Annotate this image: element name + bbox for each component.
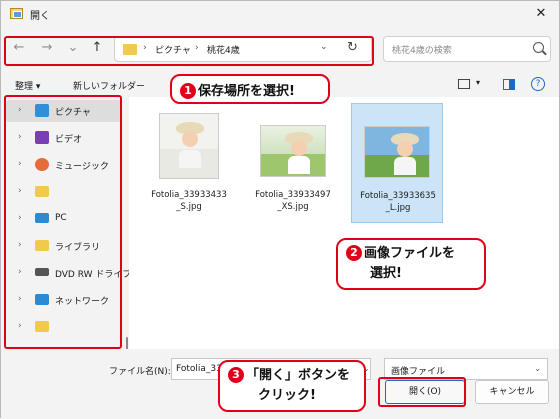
file-name: Fotolia_33933497 _XS.jpg <box>255 190 331 212</box>
search-input[interactable]: 桃花4歳の検索 <box>383 36 551 62</box>
window-title: 開く <box>30 11 50 22</box>
help-icon[interactable]: ? <box>531 77 545 91</box>
annotation-frame-address <box>4 36 374 66</box>
search-placeholder: 桃花4歳の検索 <box>392 46 452 56</box>
close-button[interactable]: ✕ <box>525 3 557 25</box>
cancel-button[interactable]: キャンセル <box>475 380 549 404</box>
callout-step1: 1 保存場所を選択! <box>170 74 330 104</box>
step-number-badge: 3 <box>228 367 244 383</box>
file-name: Fotolia_33933635 _L.jpg <box>360 191 436 213</box>
organize-button[interactable]: 整理 ▾ <box>15 79 40 92</box>
title-bar: 開く ✕ <box>1 1 559 27</box>
annotation-frame-sidebar <box>4 95 122 349</box>
step-number-badge: 2 <box>346 245 362 261</box>
preview-pane-icon[interactable] <box>503 79 515 90</box>
file-name-label: ファイル名(N): <box>109 367 171 377</box>
callout-step3: 3 「開く」ボタンを クリック! <box>218 360 366 412</box>
picture-icon <box>10 8 23 19</box>
new-folder-button[interactable]: 新しいフォルダー <box>73 79 145 92</box>
callout-step2: 2 画像ファイルを 選択! <box>336 238 486 290</box>
search-icon[interactable] <box>533 42 544 53</box>
file-item-selected[interactable]: Fotolia_33933635 _L.jpg <box>351 103 443 223</box>
step-number-badge: 1 <box>180 83 196 99</box>
file-item[interactable]: Fotolia_33933497 _XS.jpg <box>247 103 339 223</box>
chevron-down-icon: ⌄ <box>534 364 541 373</box>
file-name: Fotolia_33933433 _S.jpg <box>151 190 227 212</box>
file-list: Fotolia_33933433 _S.jpg Fotolia_33933497… <box>129 97 559 349</box>
view-dropdown-icon[interactable]: ▾ <box>476 78 480 87</box>
image-thumbnail <box>159 113 219 179</box>
file-item[interactable]: Fotolia_33933433 _S.jpg <box>143 103 235 223</box>
annotation-frame-open <box>378 377 466 407</box>
view-options-icon[interactable] <box>458 79 470 89</box>
image-thumbnail <box>260 125 326 177</box>
